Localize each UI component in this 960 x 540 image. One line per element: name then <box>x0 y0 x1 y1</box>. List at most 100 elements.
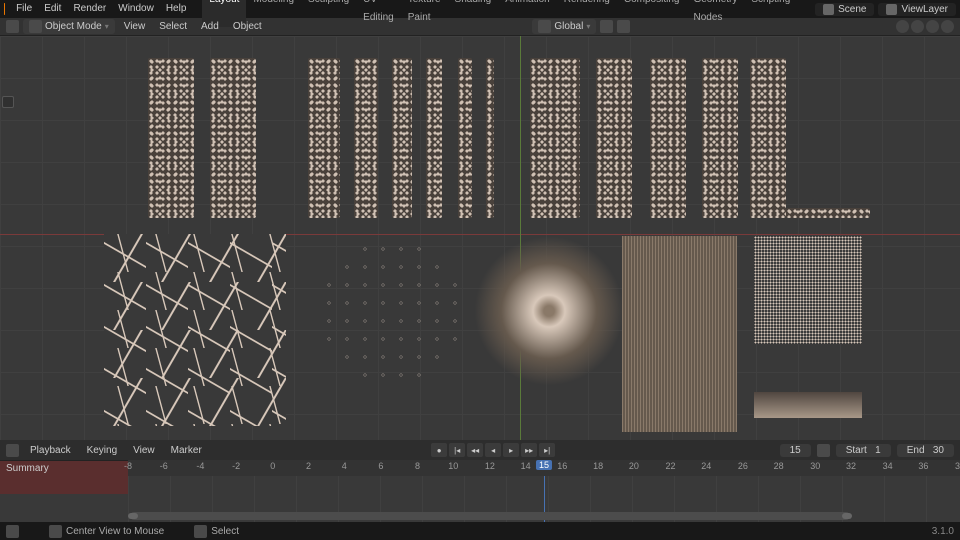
timeline-menu-marker[interactable]: Marker <box>166 445 207 456</box>
ruler-tick: 24 <box>701 461 711 471</box>
editor-type-icon[interactable] <box>6 20 19 33</box>
start-frame-field[interactable]: Start 1 <box>836 444 891 457</box>
add-workspace-button[interactable]: + <box>797 0 815 27</box>
main-menu-bar: File Edit Render Window Help Layout Mode… <box>0 0 960 18</box>
ruler-tick: 4 <box>342 461 347 471</box>
ruler-tick: 20 <box>629 461 639 471</box>
playback-controls: ● |◂ ◂◂ ◂ ▸ ▸▸ ▸| <box>431 443 555 457</box>
play-icon[interactable]: ▸ <box>503 443 519 457</box>
brush-object[interactable] <box>486 58 494 218</box>
orient-icon <box>538 20 551 33</box>
brush-object[interactable] <box>426 58 442 218</box>
prev-key-icon[interactable]: ◂◂ <box>467 443 483 457</box>
texture-object[interactable] <box>320 240 466 386</box>
viewlayer-selector[interactable]: ViewLayer <box>878 3 956 16</box>
brush-object[interactable] <box>458 58 472 218</box>
ruler-tick: 34 <box>883 461 893 471</box>
brush-object[interactable] <box>702 58 738 218</box>
menu-object[interactable]: Object <box>228 21 267 32</box>
menu-view[interactable]: View <box>119 21 151 32</box>
timeline-menu-playback[interactable]: Playback <box>25 445 76 456</box>
start-value: 1 <box>875 445 881 456</box>
ruler-tick: 2 <box>306 461 311 471</box>
scene-selector[interactable]: Scene <box>815 3 874 16</box>
tab-geometry-nodes[interactable]: Geometry Nodes <box>686 0 744 27</box>
ruler-tick: -4 <box>196 461 204 471</box>
current-frame-field[interactable]: 15 <box>780 444 811 457</box>
brush-object[interactable] <box>596 58 632 218</box>
playhead-frame[interactable]: 15 <box>536 460 552 470</box>
viewlayer-icon <box>886 4 897 15</box>
snap-icon[interactable] <box>600 20 613 33</box>
start-label: Start <box>846 445 867 456</box>
texture-object[interactable] <box>104 234 286 426</box>
brush-object[interactable] <box>148 58 194 218</box>
scroll-handle-left[interactable] <box>128 513 138 519</box>
viewport-3d[interactable] <box>0 36 960 440</box>
brush-object[interactable] <box>392 58 412 218</box>
ruler-tick: 36 <box>918 461 928 471</box>
shading-material-icon[interactable] <box>926 20 939 33</box>
brush-object[interactable] <box>786 208 870 218</box>
texture-object[interactable] <box>622 236 737 432</box>
ruler-tick: 16 <box>557 461 567 471</box>
chevron-down-icon: ▾ <box>586 22 590 31</box>
ruler-tick: 32 <box>846 461 856 471</box>
preview-range-icon[interactable] <box>817 444 830 457</box>
brush-object[interactable] <box>530 58 580 218</box>
tab-scripting[interactable]: Scripting <box>744 0 797 27</box>
menu-add[interactable]: Add <box>196 21 224 32</box>
toolbar-toggle-icon[interactable] <box>2 96 14 108</box>
play-reverse-icon[interactable]: ◂ <box>485 443 501 457</box>
ruler-tick: 8 <box>415 461 420 471</box>
summary-channel[interactable]: Summary <box>0 460 128 494</box>
shading-wireframe-icon[interactable] <box>896 20 909 33</box>
timeline-ruler[interactable]: -8 -6 -4 -2 0 2 4 6 8 10 12 14 15 16 18 … <box>128 460 960 476</box>
end-frame-field[interactable]: End 30 <box>897 444 954 457</box>
menu-select[interactable]: Select <box>154 21 192 32</box>
menu-render[interactable]: Render <box>67 0 112 18</box>
scene-name: Scene <box>838 4 866 15</box>
tab-uv-editing[interactable]: UV Editing <box>356 0 401 27</box>
ruler-tick: 30 <box>810 461 820 471</box>
jump-start-icon[interactable]: |◂ <box>449 443 465 457</box>
brush-object[interactable] <box>210 58 256 218</box>
texture-object[interactable] <box>754 236 862 344</box>
ruler-tick: 12 <box>485 461 495 471</box>
brush-object[interactable] <box>354 58 378 218</box>
menu-file[interactable]: File <box>10 0 38 18</box>
scroll-handle-right[interactable] <box>842 513 852 519</box>
mouse-left-icon <box>194 525 207 538</box>
shading-solid-icon[interactable] <box>911 20 924 33</box>
next-key-icon[interactable]: ▸▸ <box>521 443 537 457</box>
timeline-menu-view[interactable]: View <box>128 445 160 456</box>
menu-edit[interactable]: Edit <box>38 0 67 18</box>
status-hint: Center View to Mouse <box>66 526 164 537</box>
tab-texture-paint[interactable]: Texture Paint <box>401 0 448 27</box>
chevron-down-icon: ▾ <box>105 22 109 31</box>
shading-rendered-icon[interactable] <box>941 20 954 33</box>
timeline-editor-icon[interactable] <box>6 444 19 457</box>
ruler-tick: 18 <box>593 461 603 471</box>
texture-object[interactable] <box>754 392 862 418</box>
texture-object[interactable] <box>474 236 624 386</box>
ruler-tick: 26 <box>738 461 748 471</box>
orient-label: Global <box>554 21 583 32</box>
mode-selector[interactable]: Object Mode ▾ <box>23 19 115 34</box>
brush-object[interactable] <box>308 58 340 218</box>
status-bar: Center View to Mouse Select 3.1.0 <box>0 522 960 540</box>
autokey-icon[interactable]: ● <box>431 443 447 457</box>
tab-sculpting[interactable]: Sculpting <box>301 0 356 27</box>
brush-object[interactable] <box>650 58 686 218</box>
proportional-icon[interactable] <box>617 20 630 33</box>
ruler-tick: 22 <box>665 461 675 471</box>
timeline-scrollbar[interactable] <box>130 512 850 520</box>
menu-window[interactable]: Window <box>112 0 160 18</box>
tab-shading[interactable]: Shading <box>448 0 499 27</box>
timeline-menu-keying[interactable]: Keying <box>82 445 123 456</box>
mode-icon <box>29 20 42 33</box>
orientation-selector[interactable]: Global ▾ <box>532 19 596 34</box>
brush-object[interactable] <box>750 58 786 218</box>
jump-end-icon[interactable]: ▸| <box>539 443 555 457</box>
menu-help[interactable]: Help <box>160 0 193 18</box>
